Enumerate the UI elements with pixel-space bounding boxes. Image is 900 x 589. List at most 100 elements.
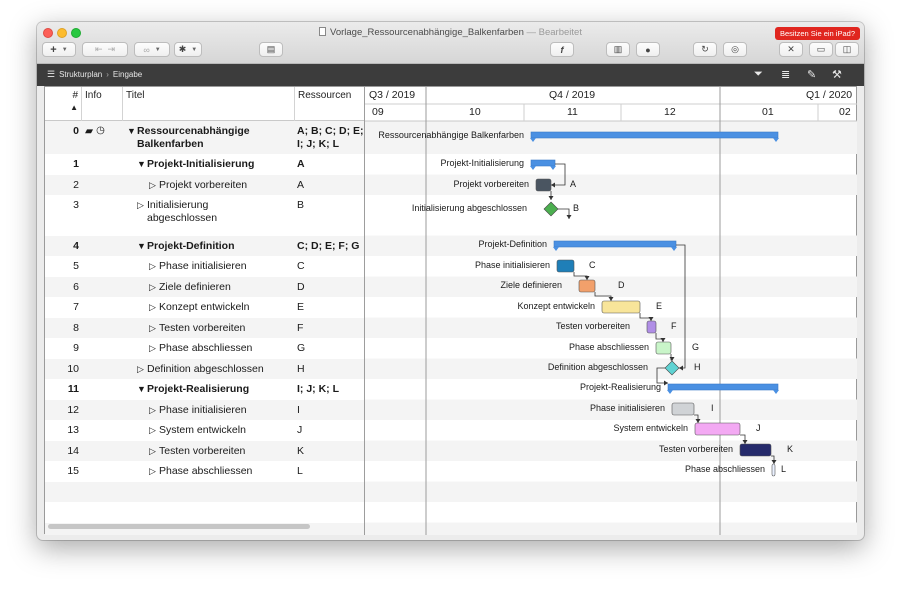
row-resources[interactable]: I [295, 400, 364, 421]
disclosure-collapsed-icon[interactable]: ▷ [137, 199, 147, 212]
table-row[interactable]: 9 ▷ Phase abschliessen G [45, 338, 364, 359]
disclosure-collapsed-icon[interactable]: ▷ [149, 465, 159, 478]
row-resources[interactable]: J [295, 420, 364, 441]
ipad-promo-button[interactable]: Besitzen Sie ein iPad? [774, 27, 860, 40]
action-button[interactable]: ✱ ▼ [174, 42, 202, 57]
task-bar[interactable] [771, 463, 776, 477]
indent-outdent-buttons[interactable]: ⇤ ⇥ [82, 42, 128, 57]
add-button[interactable]: + ▼ [42, 42, 76, 57]
table-row[interactable]: 8 ▷ Testen vorbereiten F [45, 317, 364, 339]
row-title[interactable]: ▷ Phase initialisieren [123, 400, 295, 421]
table-row[interactable]: 7 ▷ Konzept entwickeln E [45, 297, 364, 318]
row-title[interactable]: ▷ Initialisierung abgeschlossen [123, 195, 295, 236]
milestone-diamond[interactable] [543, 201, 559, 217]
row-title[interactable]: ▼ Projekt-Initialisierung [123, 154, 295, 175]
row-title[interactable]: ▼ Projekt-Definition [123, 236, 295, 257]
table-row[interactable]: 12 ▷ Phase initialisieren I [45, 399, 364, 421]
row-resources[interactable]: C [295, 256, 364, 277]
task-bar[interactable] [655, 341, 672, 355]
task-bar[interactable] [671, 402, 695, 416]
row-title[interactable]: ▷ Ziele definieren [123, 277, 295, 298]
table-row[interactable]: 15 ▷ Phase abschliessen L [45, 461, 364, 482]
disclosure-expanded-icon[interactable]: ▼ [137, 158, 147, 171]
format-text-icon[interactable]: ≣ [781, 68, 790, 81]
brush-icon[interactable]: ✎ [807, 68, 816, 81]
disclosure-collapsed-icon[interactable]: ▷ [149, 260, 159, 273]
row-title[interactable]: ▷ Phase abschliessen [123, 461, 295, 482]
table-row[interactable]: 10 ▷ Definition abgeschlossen H [45, 358, 364, 380]
table-row[interactable]: 14 ▷ Testen vorbereiten K [45, 440, 364, 462]
summary-bar-end-right[interactable] [773, 390, 779, 394]
row-resources[interactable]: B [295, 195, 364, 236]
sidebar-button[interactable]: ◫ [835, 42, 859, 57]
summary-bar[interactable] [530, 159, 556, 167]
row-resources[interactable]: I; J; K; L [295, 379, 364, 400]
column-header-number[interactable]: # ▲ [45, 87, 82, 121]
summary-bar-end-left[interactable] [530, 166, 536, 170]
task-bar[interactable] [535, 178, 552, 192]
disclosure-collapsed-icon[interactable]: ▷ [149, 342, 159, 355]
table-row[interactable]: 2 ▷ Projekt vorbereiten A [45, 174, 364, 196]
wrench-icon[interactable]: ⚒ [832, 68, 842, 81]
task-bar[interactable] [694, 422, 741, 436]
row-title[interactable]: ▷ Konzept entwickeln [123, 297, 295, 318]
row-resources[interactable]: A; B; C; D; E; I; J; K; L [295, 121, 364, 154]
row-resources[interactable]: L [295, 461, 364, 482]
inspector-toggle-button[interactable]: ▤ [259, 42, 283, 57]
task-bar[interactable] [739, 443, 772, 457]
disclosure-collapsed-icon[interactable]: ▷ [149, 445, 159, 458]
disclosure-expanded-icon[interactable]: ▼ [137, 240, 147, 253]
table-row[interactable]: 1 ▼ Projekt-Initialisierung A [45, 154, 364, 175]
tools-button[interactable]: ✕ [779, 42, 803, 57]
link-button[interactable]: ∞ ▼ [134, 42, 170, 57]
library-button[interactable]: ▥ [606, 42, 630, 57]
disclosure-collapsed-icon[interactable]: ▷ [137, 363, 147, 376]
disclosure-collapsed-icon[interactable]: ▷ [149, 424, 159, 437]
row-resources[interactable]: A [295, 154, 364, 175]
breadcrumb-child[interactable]: Eingabe [113, 70, 142, 79]
row-resources[interactable]: D [295, 277, 364, 298]
table-row[interactable]: 6 ▷ Ziele definieren D [45, 276, 364, 298]
breadcrumb-root[interactable]: Strukturplan [59, 70, 102, 79]
table-row[interactable]: 3 ▷ Initialisierung abgeschlossen B [45, 195, 364, 236]
summary-bar[interactable] [553, 240, 677, 248]
task-bar[interactable] [601, 300, 641, 314]
row-title[interactable]: ▷ System entwickeln [123, 420, 295, 441]
row-resources[interactable]: C; D; E; F; G [295, 236, 364, 257]
row-resources[interactable]: F [295, 318, 364, 339]
disclosure-expanded-icon[interactable]: ▼ [137, 383, 147, 396]
function-button[interactable]: f [550, 42, 574, 57]
disclosure-collapsed-icon[interactable]: ▷ [149, 322, 159, 335]
row-resources[interactable]: K [295, 441, 364, 462]
row-resources[interactable]: A [295, 175, 364, 196]
people-button[interactable]: ● [636, 42, 660, 57]
row-resources[interactable]: H [295, 359, 364, 380]
table-row[interactable]: 4 ▼ Projekt-Definition C; D; E; F; G [45, 235, 364, 257]
table-row[interactable]: 5 ▷ Phase initialisieren C [45, 256, 364, 277]
table-row[interactable]: 0 ▰ ◷ ▼ Ressourcenabhängige Balkenfarben A; B;… [45, 121, 364, 154]
bottom-panel-button[interactable]: ▭ [809, 42, 833, 57]
column-header-title[interactable]: Titel [123, 87, 295, 121]
disclosure-collapsed-icon[interactable]: ▷ [149, 281, 159, 294]
disclosure-collapsed-icon[interactable]: ▷ [149, 404, 159, 417]
row-title[interactable]: ▼ Ressourcenabhängige Balkenfarben [123, 121, 295, 154]
disclosure-collapsed-icon[interactable]: ▷ [149, 179, 159, 192]
row-title[interactable]: ▷ Testen vorbereiten [123, 318, 295, 339]
summary-bar[interactable] [667, 383, 779, 391]
globe-button[interactable]: ◎ [723, 42, 747, 57]
row-title[interactable]: ▷ Phase abschliessen [123, 338, 295, 359]
horizontal-scrollbar[interactable] [48, 524, 310, 529]
row-title[interactable]: ▷ Testen vorbereiten [123, 441, 295, 462]
row-title[interactable]: ▷ Projekt vorbereiten [123, 175, 295, 196]
summary-bar[interactable] [530, 131, 779, 139]
disclosure-expanded-icon[interactable]: ▼ [127, 125, 137, 138]
task-bar[interactable] [578, 279, 596, 293]
filter-icon[interactable]: ⏷ [754, 68, 763, 81]
task-bar[interactable] [646, 320, 657, 334]
row-title[interactable]: ▷ Phase initialisieren [123, 256, 295, 277]
task-bar[interactable] [556, 259, 575, 273]
row-resources[interactable]: E [295, 297, 364, 318]
table-row[interactable]: 13 ▷ System entwickeln J [45, 420, 364, 441]
summary-bar-end-left[interactable] [667, 390, 673, 394]
row-resources[interactable]: G [295, 338, 364, 359]
